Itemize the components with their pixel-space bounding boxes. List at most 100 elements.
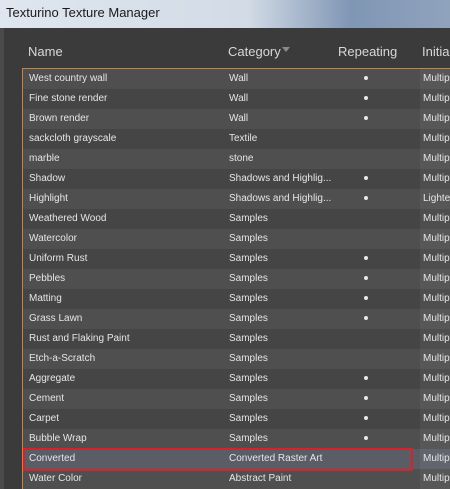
row-name: Carpet (29, 413, 60, 424)
row-category: Wall (229, 113, 249, 124)
repeating-dot-icon (364, 76, 368, 80)
row-category: Samples (229, 313, 268, 324)
table-row[interactable]: Watercolor Samples Multipl (23, 229, 450, 249)
row-initial: Multipl (423, 393, 450, 404)
row-category: Shadows and Highlig... (229, 173, 332, 184)
row-name: Aggregate (29, 373, 76, 384)
table-row[interactable]: sackcloth grayscale Textile Multipl (23, 129, 450, 149)
row-name: Pebbles (29, 273, 66, 284)
row-category: Wall (229, 73, 249, 84)
row-name: Grass Lawn (29, 313, 83, 324)
table-row[interactable]: Weathered Wood Samples Multipl (23, 209, 450, 229)
repeating-dot-icon (364, 116, 368, 120)
table-row[interactable]: Uniform Rust Samples Multipl (23, 249, 450, 269)
row-name: Highlight (29, 193, 68, 204)
row-initial: Multipl (423, 73, 450, 84)
row-initial: Multipl (423, 433, 450, 444)
row-name: Watercolor (29, 233, 77, 244)
column-header-repeating[interactable]: Repeating (338, 44, 397, 59)
row-name: Fine stone render (29, 93, 108, 104)
table-row[interactable]: Highlight Shadows and Highlig... Lighter (23, 189, 450, 209)
repeating-dot-icon (364, 256, 368, 260)
repeating-dot-icon (364, 436, 368, 440)
row-initial: Multipl (423, 173, 450, 184)
row-name: Brown render (29, 113, 90, 124)
row-initial: Multipl (423, 453, 450, 464)
table-row[interactable]: Etch-a-Scratch Samples Multipl (23, 349, 450, 369)
repeating-dot-icon (364, 396, 368, 400)
table-row[interactable]: Shadow Shadows and Highlig... Multipl (23, 169, 450, 189)
row-initial: Multipl (423, 273, 450, 284)
row-name: Etch-a-Scratch (29, 353, 96, 364)
table-row[interactable]: Water Color Abstract Paint Multipl (23, 469, 450, 489)
row-initial: Multipl (423, 253, 450, 264)
column-header-category[interactable]: Category (228, 44, 281, 59)
row-initial: Multipl (423, 473, 450, 484)
table-row[interactable]: Brown render Wall Multipl (23, 109, 450, 129)
row-initial: Multipl (423, 213, 450, 224)
repeating-dot-icon (364, 376, 368, 380)
row-name: marble (29, 153, 60, 164)
sort-descending-icon[interactable] (282, 47, 290, 52)
row-initial: Multipl (423, 293, 450, 304)
column-header-initial[interactable]: Initia (422, 44, 449, 59)
row-category: Textile (229, 133, 258, 144)
row-category: Wall (229, 93, 249, 104)
row-initial: Multipl (423, 153, 450, 164)
table-row[interactable]: Matting Samples Multipl (23, 289, 450, 309)
row-category: Samples (229, 273, 268, 284)
row-category: Samples (229, 233, 268, 244)
row-name: Converted (29, 453, 76, 464)
row-category: Samples (229, 393, 268, 404)
row-category: Samples (229, 293, 268, 304)
table-row[interactable]: Aggregate Samples Multipl (23, 369, 450, 389)
table-row[interactable]: Cement Samples Multipl (23, 389, 450, 409)
window-titlebar: Texturino Texture Manager (0, 0, 450, 28)
table-row[interactable]: Bubble Wrap Samples Multipl (23, 429, 450, 449)
column-header-row: Name Category Repeating Initia (4, 28, 450, 68)
row-name: Matting (29, 293, 62, 304)
row-name: Cement (29, 393, 65, 404)
row-initial: Multipl (423, 373, 450, 384)
row-initial: Multipl (423, 333, 450, 344)
row-category: stone (229, 153, 254, 164)
repeating-dot-icon (364, 276, 368, 280)
repeating-dot-icon (364, 96, 368, 100)
row-initial: Lighter (423, 193, 450, 204)
table-row[interactable]: Fine stone render Wall Multipl (23, 89, 450, 109)
row-initial: Multipl (423, 233, 450, 244)
row-category: Samples (229, 413, 268, 424)
row-category: Shadows and Highlig... (229, 193, 332, 204)
row-category: Samples (229, 253, 268, 264)
row-name: sackcloth grayscale (29, 133, 117, 144)
row-category: Samples (229, 333, 268, 344)
row-initial: Multipl (423, 353, 450, 364)
table-row[interactable]: Converted Converted Raster Art Multipl (23, 449, 450, 469)
row-category: Converted Raster Art (229, 453, 323, 464)
column-header-name[interactable]: Name (28, 44, 63, 59)
row-name: Rust and Flaking Paint (29, 333, 130, 344)
row-initial: Multipl (423, 313, 450, 324)
row-name: Weathered Wood (29, 213, 107, 224)
row-initial: Multipl (423, 413, 450, 424)
row-category: Samples (229, 433, 268, 444)
row-initial: Multipl (423, 113, 450, 124)
table-row[interactable]: Grass Lawn Samples Multipl (23, 309, 450, 329)
table-row[interactable]: Rust and Flaking Paint Samples Multipl (23, 329, 450, 349)
repeating-dot-icon (364, 296, 368, 300)
repeating-dot-icon (364, 176, 368, 180)
repeating-dot-icon (364, 316, 368, 320)
table-row[interactable]: Carpet Samples Multipl (23, 409, 450, 429)
row-category: Samples (229, 353, 268, 364)
window-title: Texturino Texture Manager (6, 5, 160, 20)
row-category: Samples (229, 373, 268, 384)
row-initial: Multipl (423, 93, 450, 104)
table-row[interactable]: West country wall Wall Multipl (23, 69, 450, 89)
row-name: Shadow (29, 173, 66, 184)
row-name: West country wall (29, 73, 108, 84)
row-name: Bubble Wrap (29, 433, 87, 444)
row-category: Samples (229, 213, 268, 224)
repeating-dot-icon (364, 196, 368, 200)
table-row[interactable]: Pebbles Samples Multipl (23, 269, 450, 289)
table-row[interactable]: marble stone Multipl (23, 149, 450, 169)
